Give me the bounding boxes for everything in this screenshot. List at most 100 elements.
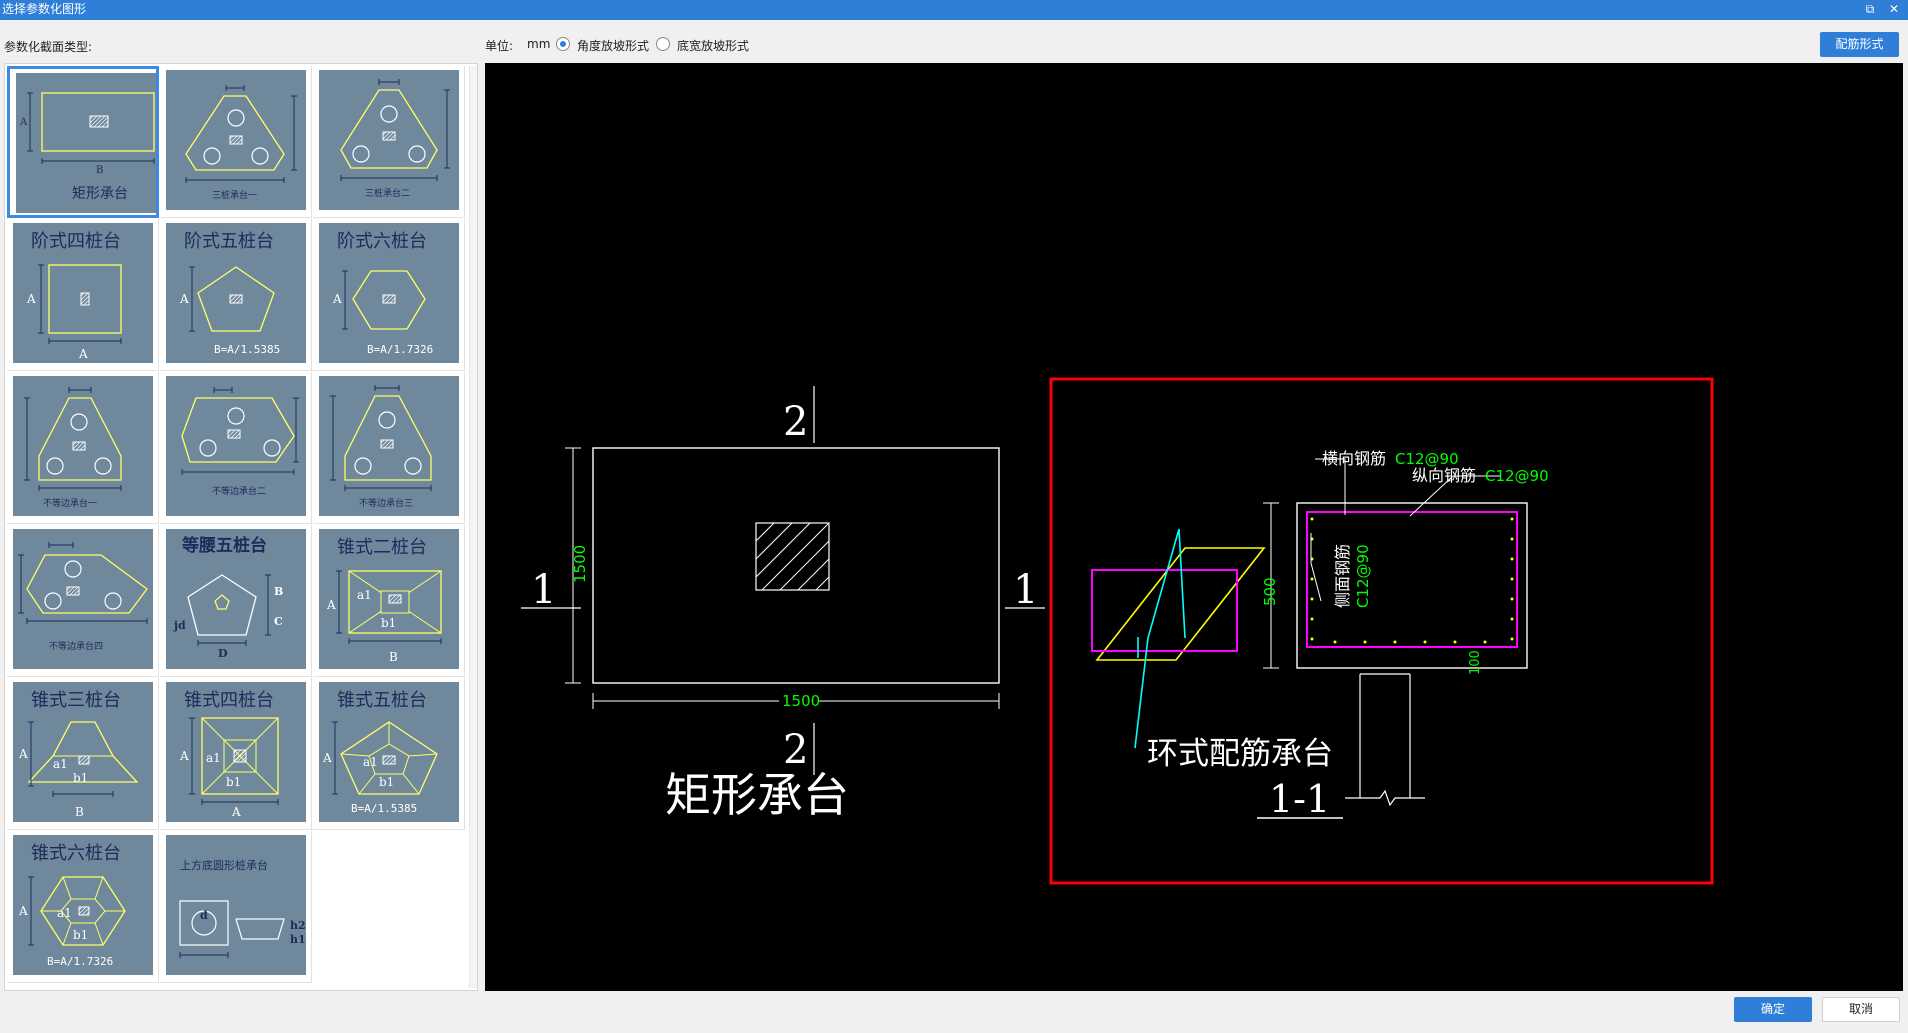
preview-canvas: 2 2 1 1 1500 1500 矩形承台 500 100 横向钢筋 C12@… (485, 63, 1903, 991)
thumbnail-drawing: 三桩承台二 (340, 79, 450, 199)
section-type-label: 参数化截面类型: (4, 40, 93, 54)
section-id: 1-1 (1269, 777, 1330, 821)
label-a: A (179, 292, 189, 306)
label-a: A (332, 292, 342, 306)
thumbnail-item[interactable]: 不等边承台二 (160, 372, 312, 524)
dim-cover: 100 (1468, 650, 1483, 675)
label-a-bottom: A (231, 805, 241, 819)
thumb-caption: 阶式四桩台 (31, 231, 121, 252)
thumbnail-scrollbar[interactable] (469, 66, 477, 988)
restore-icon[interactable]: ⧉ (1860, 0, 1880, 20)
thumbnail-image: 锥式三桩台 Aa1 b1 B (13, 682, 153, 822)
title-bar: 选择参数化图形 ⧉ ✕ (0, 0, 1908, 20)
thumbnail-item[interactable]: 等腰五桩台 B C Djd (160, 525, 312, 677)
thumbnail-drawing: 上方底圆形桩承台 d h2h1 (179, 858, 306, 958)
rebar-side-label: 侧面钢筋 (1333, 544, 1352, 608)
dim-height: 1500 (571, 545, 589, 583)
thumb-note: B=A/1.7326 (47, 955, 113, 968)
thumbnail-drawing: 阶式六桩台 A B=A/1.7326 (332, 231, 433, 356)
thumbnail-image: A B 矩形承台 (16, 73, 156, 213)
label-a: A (26, 292, 36, 306)
thumbnail-drawing: 等腰五桩台 B C Djd (173, 535, 283, 660)
radio-angle-slope[interactable] (556, 37, 570, 51)
rebar-side-spec: C12@90 (1354, 544, 1372, 608)
thumbnail-image: 三桩承台一 (166, 70, 306, 210)
thumb-caption: 不等边承台三 (359, 497, 413, 509)
thumbnail-item[interactable]: 锥式六桩台 Aa1 b1 B=A/1.7326 (7, 831, 159, 983)
dim-width: 1500 (782, 692, 820, 710)
thumbnail-drawing: 不等边承台三 (330, 385, 432, 509)
ok-button[interactable]: 确定 (1734, 997, 1812, 1022)
thumb-caption: 不等边承台二 (212, 485, 266, 497)
thumbnail-drawing: A B 矩形承台 (19, 92, 155, 202)
thumbnail-drawing: 锥式四桩台 A a1 b1 A (179, 690, 279, 819)
radio-bottom-width-slope[interactable] (656, 37, 670, 51)
label-b1: b1 (226, 775, 241, 789)
thumb-caption: 不等边承台四 (49, 640, 103, 652)
thumbnail-item[interactable]: 锥式五桩台 Aa1 b1 B=A/1.5385 (313, 678, 465, 830)
cancel-button[interactable]: 取消 (1822, 997, 1900, 1022)
label-b1: b1 (379, 775, 394, 789)
thumb-caption: 阶式六桩台 (337, 231, 427, 252)
thumbnail-image: 阶式六桩台 A B=A/1.7326 (319, 223, 459, 363)
radio-angle-slope-label[interactable]: 角度放坡形式 (577, 37, 649, 54)
thumb-caption: 等腰五桩台 (182, 535, 267, 556)
section-mark-left: 1 (531, 567, 556, 613)
thumbnail-drawing: 不等边承台二 (181, 387, 299, 497)
thumbnail-item[interactable]: 三桩承台一 (160, 66, 312, 218)
label-b: B (274, 585, 283, 598)
label-a1: a1 (363, 755, 378, 769)
radio-bottom-width-slope-label[interactable]: 底宽放坡形式 (677, 37, 749, 54)
thumbnail-item[interactable]: 上方底圆形桩承台 d h2 h1 (160, 831, 312, 983)
thumb-caption: 锥式二桩台 (337, 537, 427, 558)
rebar-longitudinal-spec: C12@90 (1485, 467, 1549, 485)
thumbnail-item[interactable]: A B 矩形承台 (7, 66, 159, 218)
thumb-caption: 阶式五桩台 (184, 231, 274, 252)
thumb-caption: 三桩承台一 (212, 189, 257, 201)
label-a1: a1 (57, 906, 72, 920)
label-c: C (274, 615, 283, 628)
thumbnail-image: 锥式二桩台 Aa1 b1 B (319, 529, 459, 669)
label-jd: jd (173, 619, 186, 632)
thumbnail-drawing: 锥式二桩台 Aa1 b1 B (326, 537, 442, 664)
thumbnail-item[interactable]: 不等边承台四 (7, 525, 159, 677)
thumbnail-image: 上方底圆形桩承台 d h2 h1 (166, 835, 306, 975)
thumb-note: B=A/1.5385 (214, 343, 280, 356)
thumbnail-image: 锥式五桩台 Aa1 b1 B=A/1.5385 (319, 682, 459, 822)
thumbnail-item[interactable]: 不等边承台一 (7, 372, 159, 524)
thumbnail-drawing: 三桩承台一 (185, 85, 297, 201)
section-outline (1296, 502, 1528, 669)
rebar-form-button[interactable]: 配筋形式 (1820, 32, 1899, 57)
thumbnail-item[interactable]: 阶式四桩台 A A (7, 219, 159, 371)
thumbnail-drawing: 不等边承台四 (18, 542, 148, 652)
section-mark-top: 2 (783, 399, 808, 445)
label-a1: a1 (53, 757, 68, 771)
thumbnail-drawing: 不等边承台一 (24, 387, 122, 509)
thumbnail-item[interactable]: 阶式六桩台 A B=A/1.7326 (313, 219, 465, 371)
thumb-caption: 锥式四桩台 (184, 690, 274, 711)
thumbnail-item[interactable]: 锥式三桩台 Aa1 b1 B (7, 678, 159, 830)
thumbnail-item[interactable]: 三桩承台二 (313, 66, 465, 218)
label-a1: a1 (206, 751, 221, 765)
label-b1: b1 (73, 928, 88, 942)
preview-drawing: 2 2 1 1 1500 1500 矩形承台 500 100 横向钢筋 C12@… (521, 377, 1714, 885)
thumbnail-item[interactable]: 锥式四桩台 Aa1 b1 A (160, 678, 312, 830)
label-b1: b1 (73, 771, 88, 785)
plan-outline (592, 447, 1000, 684)
label-d: D (218, 647, 228, 660)
label-h2: h2 (290, 919, 306, 932)
thumbnail-item[interactable]: 锥式二桩台 Aa1 b1 B (313, 525, 465, 677)
label-a1: a1 (357, 588, 372, 602)
unit-value: mm (527, 37, 551, 51)
thumbnail-item[interactable]: 不等边承台三 (313, 372, 465, 524)
thumbnail-image: 等腰五桩台 B C Djd (166, 529, 306, 669)
thumb-caption: 不等边承台一 (43, 497, 97, 509)
thumb-caption: 锥式六桩台 (31, 843, 121, 864)
thumb-note: B=A/1.7326 (367, 343, 433, 356)
section-mark-bottom: 2 (783, 727, 808, 773)
thumbnail-item[interactable]: 阶式五桩台 A B=A/1.5385 (160, 219, 312, 371)
thumb-note: B=A/1.5385 (351, 802, 417, 815)
label-a: A (18, 747, 28, 761)
close-icon[interactable]: ✕ (1884, 0, 1904, 20)
thumbnail-image: 锥式六桩台 Aa1 b1 B=A/1.7326 (13, 835, 153, 975)
